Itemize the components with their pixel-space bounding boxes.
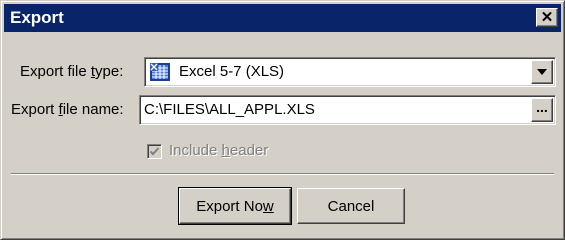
- file-name-input[interactable]: C:\FILES\ALL_APPL.XLS ...: [139, 95, 556, 125]
- cancel-button[interactable]: Cancel: [297, 188, 405, 224]
- file-type-value: Excel 5-7 (XLS): [179, 63, 285, 80]
- file-name-label: Export file name:: [11, 101, 124, 118]
- browse-button[interactable]: ...: [531, 98, 553, 122]
- export-now-button[interactable]: Export Now: [178, 187, 292, 225]
- title-bar[interactable]: Export ✕: [4, 4, 561, 32]
- file-type-select[interactable]: Excel 5-7 (XLS): [144, 57, 556, 87]
- close-button[interactable]: ✕: [536, 8, 558, 27]
- export-dialog: Export ✕ Export file type: Excel 5-7 (XL…: [0, 0, 565, 240]
- file-type-label: Export file type:: [20, 63, 124, 80]
- close-icon: ✕: [540, 9, 554, 26]
- checkmark-icon: [149, 147, 160, 156]
- browse-label: ...: [536, 99, 548, 115]
- include-header-label: Include header: [169, 142, 269, 159]
- file-name-value: C:\FILES\ALL_APPL.XLS: [144, 101, 315, 118]
- cancel-label: Cancel: [327, 197, 375, 215]
- window-title: Export: [10, 8, 64, 27]
- excel-file-icon: [150, 63, 170, 81]
- export-now-label: Export Now: [196, 197, 274, 215]
- file-type-dropdown-button[interactable]: [531, 60, 553, 84]
- include-header-checkbox[interactable]: [147, 144, 162, 159]
- separator: [11, 173, 554, 175]
- chevron-down-icon: [537, 69, 547, 75]
